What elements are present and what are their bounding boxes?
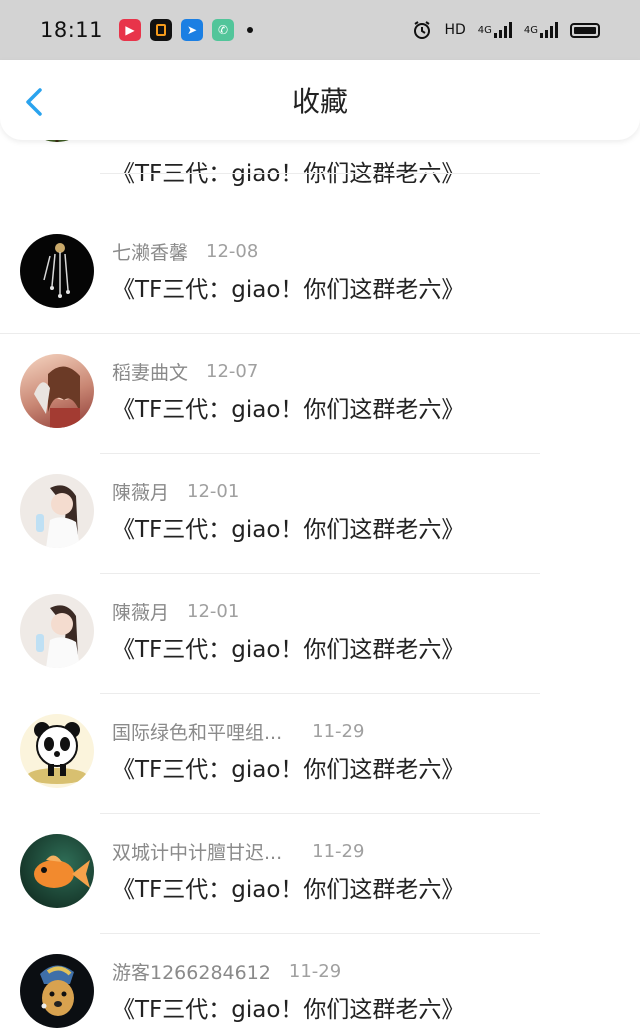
- item-date: 12-07: [206, 361, 259, 382]
- author-name: 陳薇月: [112, 482, 170, 504]
- item-title[interactable]: 《TF三代：giao！你们这群老六》: [112, 990, 464, 1024]
- chevron-left-icon: [26, 88, 42, 116]
- item-date: 11-29: [312, 721, 365, 742]
- item-meta: 国际绿色和平哩组... 11-29: [112, 718, 364, 745]
- hd-indicator: HD: [444, 22, 466, 38]
- signal-4g-icon-2: 4G: [524, 22, 558, 38]
- item-date: 12-08: [206, 241, 259, 262]
- favorites-list: 《TF三代：giao！你们这群老六》 七濑香馨 12-08 《TF三代：giao…: [0, 68, 640, 1028]
- alarm-icon: [412, 20, 432, 40]
- item-meta: 陳薇月 12-01: [112, 478, 239, 505]
- list-item[interactable]: 稻妻曲文 12-07 《TF三代：giao！你们这群老六》: [0, 290, 640, 454]
- network-type-label: 4G: [523, 24, 538, 36]
- list-item[interactable]: 双城计中计膻甘迟... 11-29 《TF三代：giao！你们这群老六》: [0, 770, 640, 934]
- author-name: 七濑香馨: [112, 242, 189, 264]
- item-meta: 陳薇月 12-01: [112, 598, 239, 625]
- status-time: 18:11: [40, 18, 104, 42]
- status-bar: 18:11 ▶ ➤ ✆ HD 4G 4G: [0, 0, 640, 60]
- nav-header: 收藏: [0, 60, 640, 140]
- author-name: 陳薇月: [112, 602, 170, 624]
- item-meta: 七濑香馨 12-08: [112, 238, 258, 265]
- page-title: 收藏: [291, 85, 348, 118]
- author-name: 游客1266284612: [112, 962, 271, 984]
- list-item[interactable]: 国际绿色和平哩组... 11-29 《TF三代：giao！你们这群老六》: [0, 650, 640, 814]
- author-name: 国际绿色和平哩组...: [112, 722, 283, 744]
- item-date: 11-29: [288, 961, 342, 982]
- item-meta: 游客1266284612 11-29: [112, 958, 341, 985]
- pearl-earring-dog-icon: [20, 954, 94, 1028]
- phone-app-icon: ✆: [212, 19, 235, 41]
- item-date: 12-01: [187, 601, 240, 622]
- item-meta: 稻妻曲文 12-07: [112, 358, 258, 385]
- signal-4g-icon-1: 4G: [478, 22, 512, 38]
- item-date: 11-29: [312, 841, 365, 862]
- item-meta: 双城计中计膻甘迟... 11-29: [112, 838, 364, 865]
- list-item[interactable]: 七濑香馨 12-08 《TF三代：giao！你们这群老六》: [0, 170, 640, 334]
- list-item[interactable]: 陳薇月 12-01 《TF三代：giao！你们这群老六》: [0, 530, 640, 694]
- item-date: 12-01: [187, 481, 240, 502]
- network-type-label: 4G: [477, 24, 492, 36]
- more-notifications-icon: [247, 27, 254, 33]
- direction-app-icon: ➤: [181, 19, 204, 41]
- author-name: 双城计中计膻甘迟...: [112, 842, 283, 864]
- list-item[interactable]: 游客1266284612 11-29 《TF三代：giao！你们这群老六》: [0, 890, 640, 1028]
- back-button[interactable]: [22, 86, 50, 118]
- battery-icon: [570, 22, 600, 38]
- reader-app-icon: [150, 19, 173, 41]
- video-app-icon: ▶: [119, 19, 142, 41]
- author-name: 稻妻曲文: [112, 362, 189, 384]
- status-indicators: HD 4G 4G: [412, 20, 600, 40]
- list-item[interactable]: 陳薇月 12-01 《TF三代：giao！你们这群老六》: [0, 410, 640, 574]
